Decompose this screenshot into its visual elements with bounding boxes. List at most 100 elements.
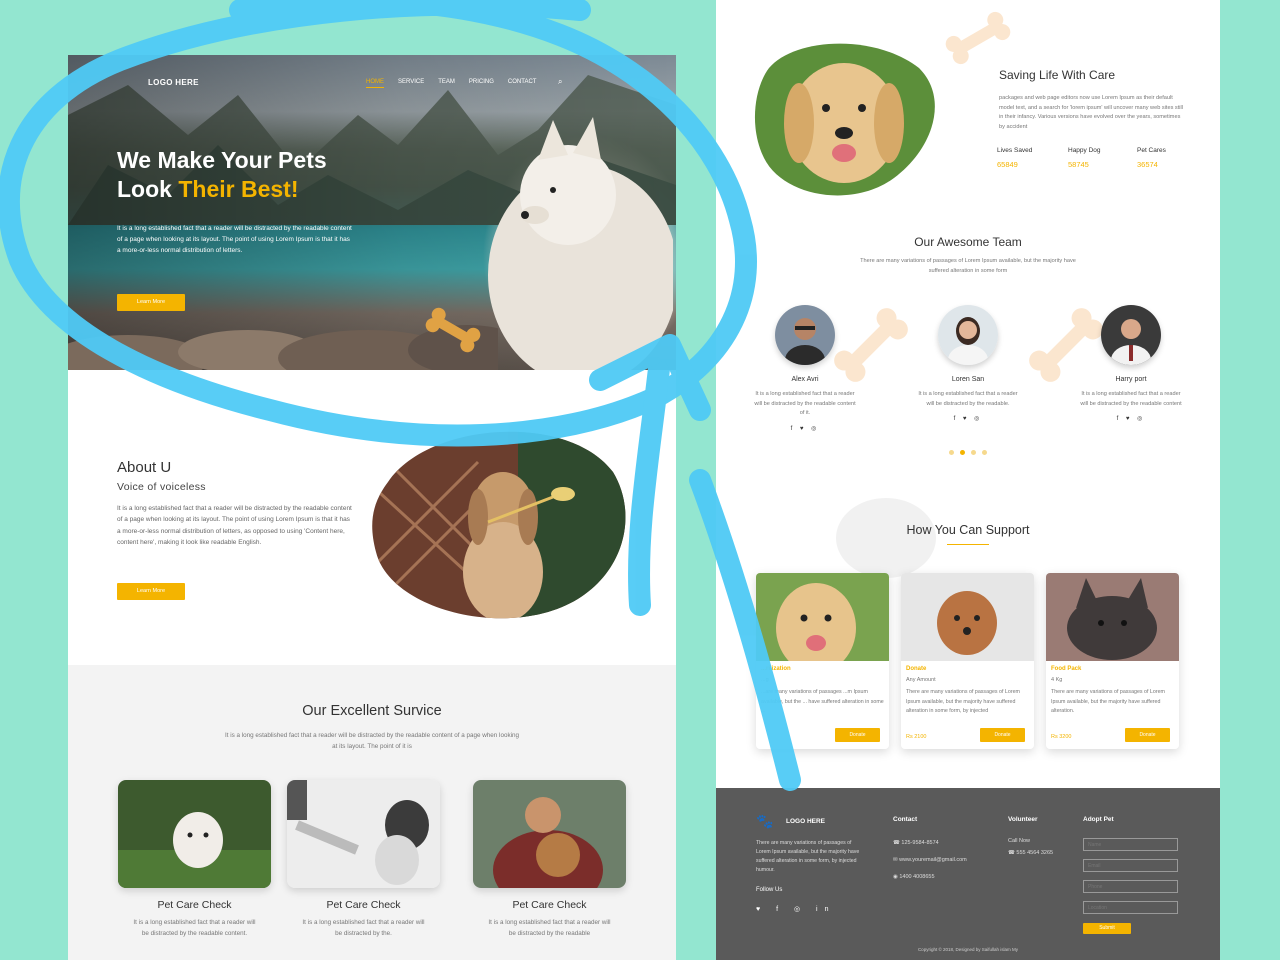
support-image (1046, 573, 1179, 661)
location-text: ◉ 1400 4008655 (893, 874, 935, 880)
volunteer-title: Volunteer (1008, 816, 1038, 823)
top-navigation: LOGO HERE HOME SERVICE TEAM PRICING CONT… (68, 77, 676, 93)
saving-dog-image (754, 43, 935, 196)
donate-button[interactable]: Donate (980, 728, 1025, 742)
team-title: Our Awesome Team (914, 235, 1022, 249)
landing-page-left: LOGO HERE HOME SERVICE TEAM PRICING CONT… (68, 55, 676, 960)
footer-logo[interactable]: LOGO HERE (786, 818, 825, 825)
bone-icon (945, 11, 1011, 65)
carousel-dot[interactable] (949, 450, 954, 455)
service-card[interactable]: Pet Care Check It is a long established … (473, 780, 626, 939)
call-now-label: Call Now (1008, 838, 1031, 844)
nav-pricing[interactable]: PRICING (469, 79, 494, 88)
saving-title: Saving Life With Care (999, 68, 1116, 82)
nav-service[interactable]: SERVICE (398, 79, 424, 88)
service-card-title: Pet Care Check (512, 899, 587, 911)
service-image (287, 780, 440, 888)
logo[interactable]: LOGO HERE (148, 78, 199, 87)
service-card-title: Pet Care Check (326, 899, 401, 911)
member-name: Loren San (951, 376, 985, 383)
service-subtitle: It is a long established fact that a rea… (224, 732, 520, 750)
member-social-icons[interactable]: f ♥ ◎ (753, 425, 857, 432)
adopt-pet-title: Adopt Pet (1083, 816, 1114, 823)
member-name: Harry port (1115, 376, 1147, 383)
support-image (756, 573, 889, 673)
support-card-title: ...rilization (761, 666, 791, 672)
nav-contact[interactable]: CONTACT (508, 79, 537, 88)
service-title: Our Excellent Survice (302, 703, 442, 719)
submit-button[interactable]: Submit (1083, 923, 1131, 934)
phone-field[interactable] (1083, 880, 1178, 893)
about-text: It is a long established fact that a rea… (117, 505, 352, 546)
name-field[interactable] (1083, 838, 1178, 851)
member-social-icons[interactable]: f ♥ ◎ (916, 415, 1020, 422)
service-card-text: It is a long established fact that a rea… (488, 919, 611, 937)
support-card[interactable]: Donate Any Amount There are many variati… (901, 573, 1034, 749)
member-name: Alex Avri (791, 376, 819, 383)
carousel-dot[interactable] (960, 450, 965, 455)
nav-team[interactable]: TEAM (438, 79, 455, 88)
service-card[interactable]: Pet Care Check It is a long established … (287, 780, 440, 939)
email-field[interactable] (1083, 859, 1178, 872)
stat-pet-cares: Pet Cares 36574 (1137, 147, 1166, 169)
follow-us-label: Follow Us (756, 887, 783, 893)
member-text: It is a long established fact that a rea… (1080, 391, 1182, 407)
bone-icon (425, 307, 481, 353)
support-image (901, 573, 1034, 661)
member-social-icons[interactable]: f ♥ ◎ (1079, 415, 1183, 422)
support-card[interactable]: Food Pack 4 Kg There are many variations… (1046, 573, 1179, 749)
footer-social-icons[interactable]: ♥ f ◎ in (756, 905, 836, 913)
team-subtitle: There are many variations of passages of… (860, 258, 1076, 274)
volunteer-phone: ☎ 555 4564 3265 (1008, 850, 1054, 856)
about-title: About U (117, 459, 172, 476)
landing-page-right: Saving Life With Care packages and web p… (716, 0, 1220, 960)
carousel-dot[interactable] (982, 450, 987, 455)
support-card-sub: 4 Kg (1051, 677, 1063, 683)
title-underline (947, 544, 989, 545)
footer: 🐾 LOGO HERE There are many variations of… (716, 788, 1220, 960)
donate-button[interactable]: Donate (1125, 728, 1170, 742)
hero-title: We Make Your Pets Look Their Best! (117, 147, 327, 202)
donate-button[interactable]: Donate (835, 728, 880, 742)
support-card-amount: Rs 2100 (906, 734, 927, 740)
search-icon[interactable]: ⌕ (558, 77, 562, 87)
support-card-amount: Rs 3200 (1051, 734, 1072, 740)
paw-icon: 🐾 (756, 813, 774, 829)
service-card-text: It is a long established fact that a rea… (302, 919, 425, 937)
avatar (1101, 305, 1161, 365)
support-card-text: There are many variations of passages of… (906, 689, 1020, 714)
nav-home[interactable]: HOME (366, 79, 384, 88)
support-title: How You Can Support (906, 523, 1030, 537)
about-learn-more-button[interactable]: Learn More (117, 583, 185, 600)
email-text[interactable]: ✉ www.youremail@gmail.com (893, 857, 967, 863)
service-card[interactable]: Pet Care Check It is a long established … (118, 780, 271, 939)
saving-text: packages and web page editors now use Lo… (999, 95, 1184, 130)
phone-text: ☎ 125-9584-8574 (893, 840, 939, 846)
member-text: It is a long established fact that a rea… (918, 391, 1018, 407)
service-section: Our Excellent Survice It is a long estab… (68, 665, 676, 960)
support-card-sub: ...g (761, 677, 769, 683)
team-member-card[interactable]: Alex Avri It is a long established fact … (753, 305, 857, 432)
support-card[interactable]: ...rilization ...g ...are many variation… (756, 573, 889, 749)
stat-happy-dog: Happy Dog 58745 (1068, 147, 1101, 169)
location-field[interactable] (1083, 901, 1178, 914)
about-subtitle: Voice of voiceless (117, 481, 206, 493)
support-card-title: Food Pack (1051, 666, 1082, 672)
about-section: About U Voice of voiceless It is a long … (68, 370, 676, 665)
team-member-card[interactable]: Loren San It is a long established fact … (916, 305, 1020, 422)
paw-background-icon (836, 498, 936, 578)
service-card-title: Pet Care Check (157, 899, 232, 911)
hero-section: LOGO HERE HOME SERVICE TEAM PRICING CONT… (68, 55, 676, 370)
avatar (938, 305, 998, 365)
hero-learn-more-button[interactable]: Learn More (117, 294, 185, 311)
about-dog-image (372, 431, 626, 619)
team-member-card[interactable]: Harry port It is a long established fact… (1079, 305, 1183, 422)
support-card-sub: Any Amount (906, 677, 936, 683)
contact-title: Contact (893, 816, 918, 823)
carousel-dots[interactable] (949, 450, 987, 455)
copyright-text: Copyright © 2018, Designed by Saifullah … (917, 947, 1019, 952)
service-image (118, 780, 271, 888)
carousel-dot[interactable] (971, 450, 976, 455)
member-text: It is a long established fact that a rea… (754, 391, 856, 416)
support-card-text: There are many variations of passages of… (1051, 689, 1165, 714)
